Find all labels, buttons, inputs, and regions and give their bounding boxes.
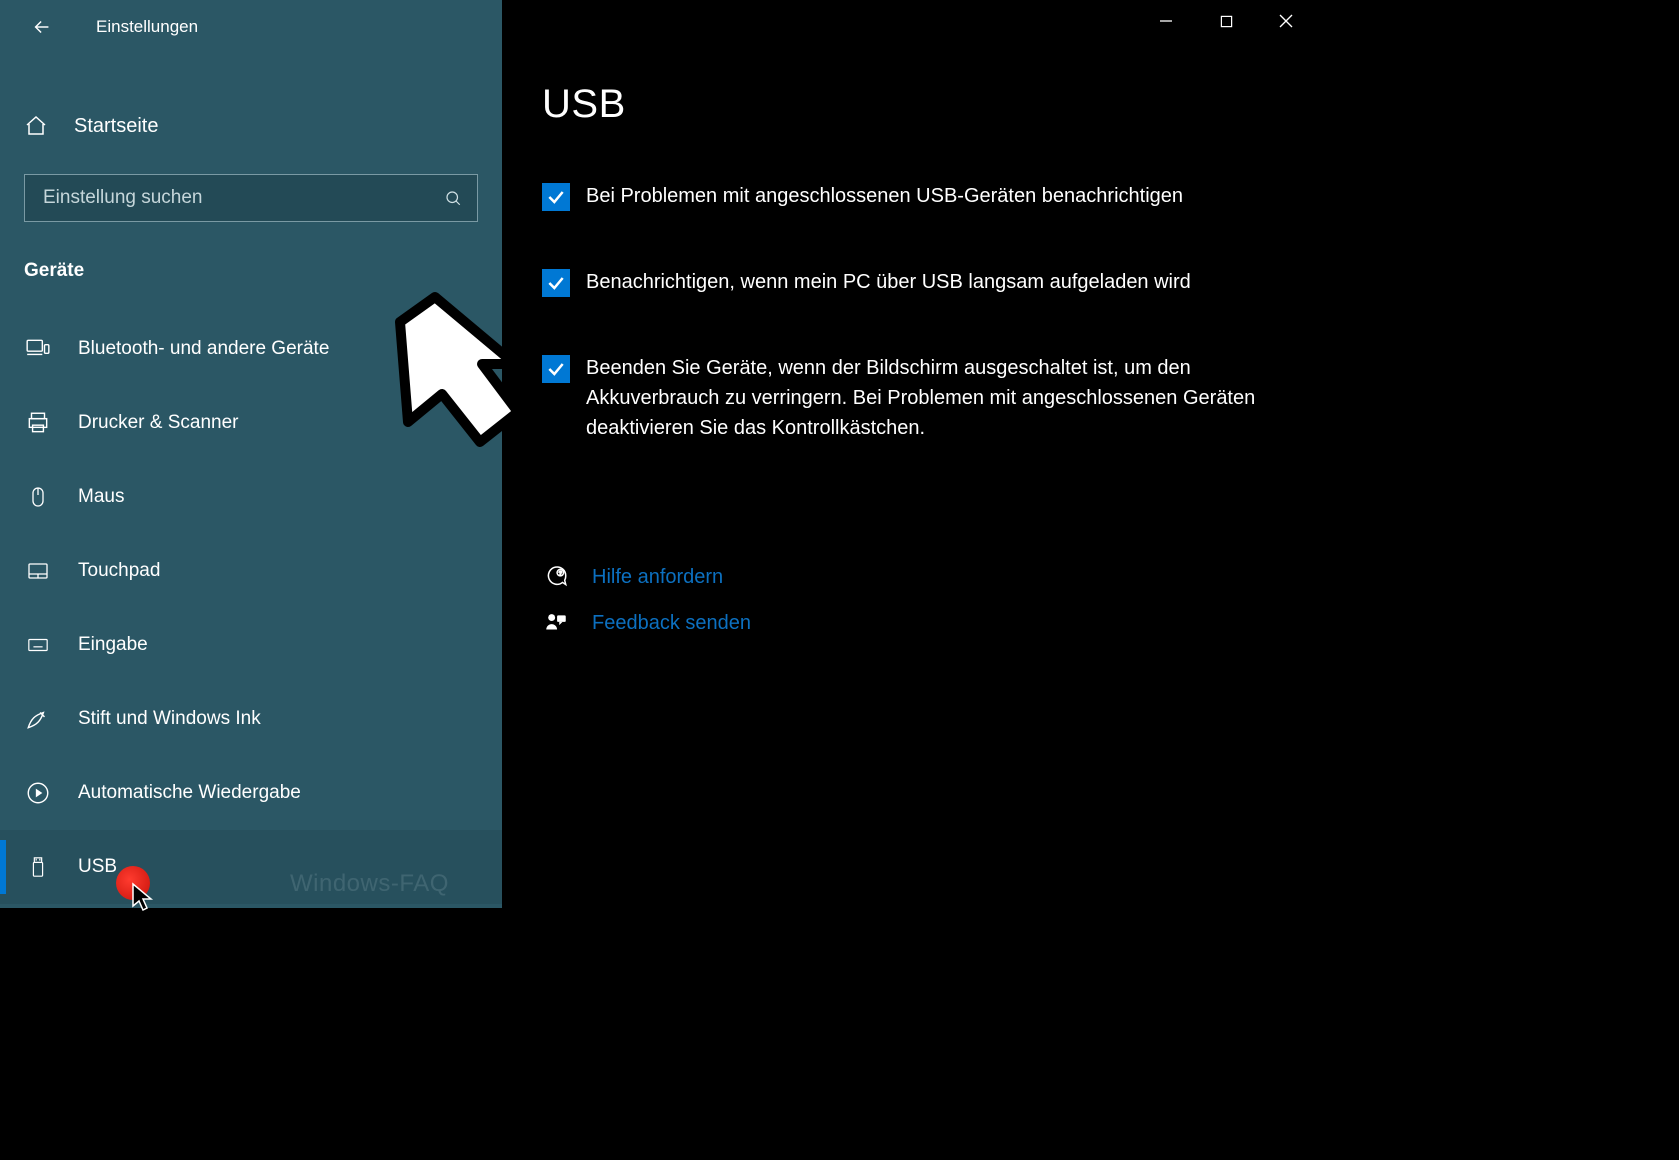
- feedback-link[interactable]: Feedback senden: [542, 609, 1316, 637]
- close-button[interactable]: [1256, 0, 1316, 42]
- back-button[interactable]: [28, 13, 56, 41]
- checkbox-slow-charge[interactable]: [542, 269, 570, 297]
- settings-window: Einstellungen Startseite Geräte Bluetoot…: [0, 0, 1316, 908]
- check-icon: [546, 359, 566, 379]
- feedback-link-label: Feedback senden: [592, 612, 751, 635]
- sidebar-item-label: USB: [78, 856, 117, 878]
- arrow-left-icon: [31, 16, 53, 38]
- sidebar-item-autoplay[interactable]: Automatische Wiedergabe: [0, 756, 502, 830]
- maximize-icon: [1220, 15, 1233, 28]
- sidebar-item-label: Automatische Wiedergabe: [78, 782, 301, 804]
- help-link[interactable]: ? Hilfe anfordern: [542, 563, 1316, 591]
- sidebar-home[interactable]: Startseite: [0, 96, 502, 156]
- sidebar-item-touchpad[interactable]: Touchpad: [0, 534, 502, 608]
- sidebar-item-label: Drucker & Scanner: [78, 412, 239, 434]
- sidebar-item-pen[interactable]: Stift und Windows Ink: [0, 682, 502, 756]
- sidebar-item-label: Touchpad: [78, 560, 160, 582]
- checkbox-usb-problems[interactable]: [542, 183, 570, 211]
- autoplay-icon: [24, 779, 52, 807]
- minimize-icon: [1159, 14, 1173, 28]
- sidebar-item-mouse[interactable]: Maus: [0, 460, 502, 534]
- app-title: Einstellungen: [96, 17, 198, 37]
- sidebar-item-label: Eingabe: [78, 634, 148, 656]
- usb-icon: [24, 853, 52, 881]
- sidebar: Einstellungen Startseite Geräte Bluetoot…: [0, 0, 502, 908]
- option-label: Beenden Sie Geräte, wenn der Bildschirm …: [586, 353, 1262, 443]
- sidebar-item-usb[interactable]: USB: [0, 830, 502, 904]
- sidebar-home-label: Startseite: [74, 115, 158, 138]
- devices-icon: [24, 335, 52, 363]
- sidebar-item-typing[interactable]: Eingabe: [0, 608, 502, 682]
- svg-text:?: ?: [559, 571, 562, 577]
- home-icon: [24, 114, 48, 138]
- checkbox-stop-devices[interactable]: [542, 355, 570, 383]
- page-title: USB: [542, 82, 1316, 127]
- sidebar-category-label: Geräte: [0, 242, 502, 312]
- content-area: USB Bei Problemen mit angeschlossenen US…: [502, 0, 1316, 908]
- help-icon: ?: [542, 563, 570, 591]
- option-usb-problems: Bei Problemen mit angeschlossenen USB-Ge…: [542, 181, 1262, 211]
- touchpad-icon: [24, 557, 52, 585]
- help-link-label: Hilfe anfordern: [592, 566, 723, 589]
- sidebar-item-printers[interactable]: Drucker & Scanner: [0, 386, 502, 460]
- pen-icon: [24, 705, 52, 733]
- check-icon: [546, 187, 566, 207]
- maximize-button[interactable]: [1196, 0, 1256, 42]
- keyboard-icon: [24, 631, 52, 659]
- sidebar-item-label: Maus: [78, 486, 124, 508]
- sidebar-item-label: Stift und Windows Ink: [78, 708, 261, 730]
- printer-icon: [24, 409, 52, 437]
- sidebar-item-bluetooth[interactable]: Bluetooth- und andere Geräte: [0, 312, 502, 386]
- option-stop-devices: Beenden Sie Geräte, wenn der Bildschirm …: [542, 353, 1262, 443]
- mouse-icon: [24, 483, 52, 511]
- option-label: Bei Problemen mit angeschlossenen USB-Ge…: [586, 181, 1183, 211]
- option-slow-charge: Benachrichtigen, wenn mein PC über USB l…: [542, 267, 1262, 297]
- sidebar-item-label: Bluetooth- und andere Geräte: [78, 338, 329, 360]
- title-bar-left: Einstellungen: [0, 0, 502, 54]
- sidebar-nav: Bluetooth- und andere Geräte Drucker & S…: [0, 312, 502, 904]
- option-label: Benachrichtigen, wenn mein PC über USB l…: [586, 267, 1191, 297]
- minimize-button[interactable]: [1136, 0, 1196, 42]
- close-icon: [1279, 14, 1293, 28]
- search-input[interactable]: [43, 187, 443, 209]
- search-icon: [443, 188, 463, 208]
- window-controls: [1136, 0, 1316, 42]
- check-icon: [546, 273, 566, 293]
- search-box[interactable]: [24, 174, 478, 222]
- feedback-icon: [542, 609, 570, 637]
